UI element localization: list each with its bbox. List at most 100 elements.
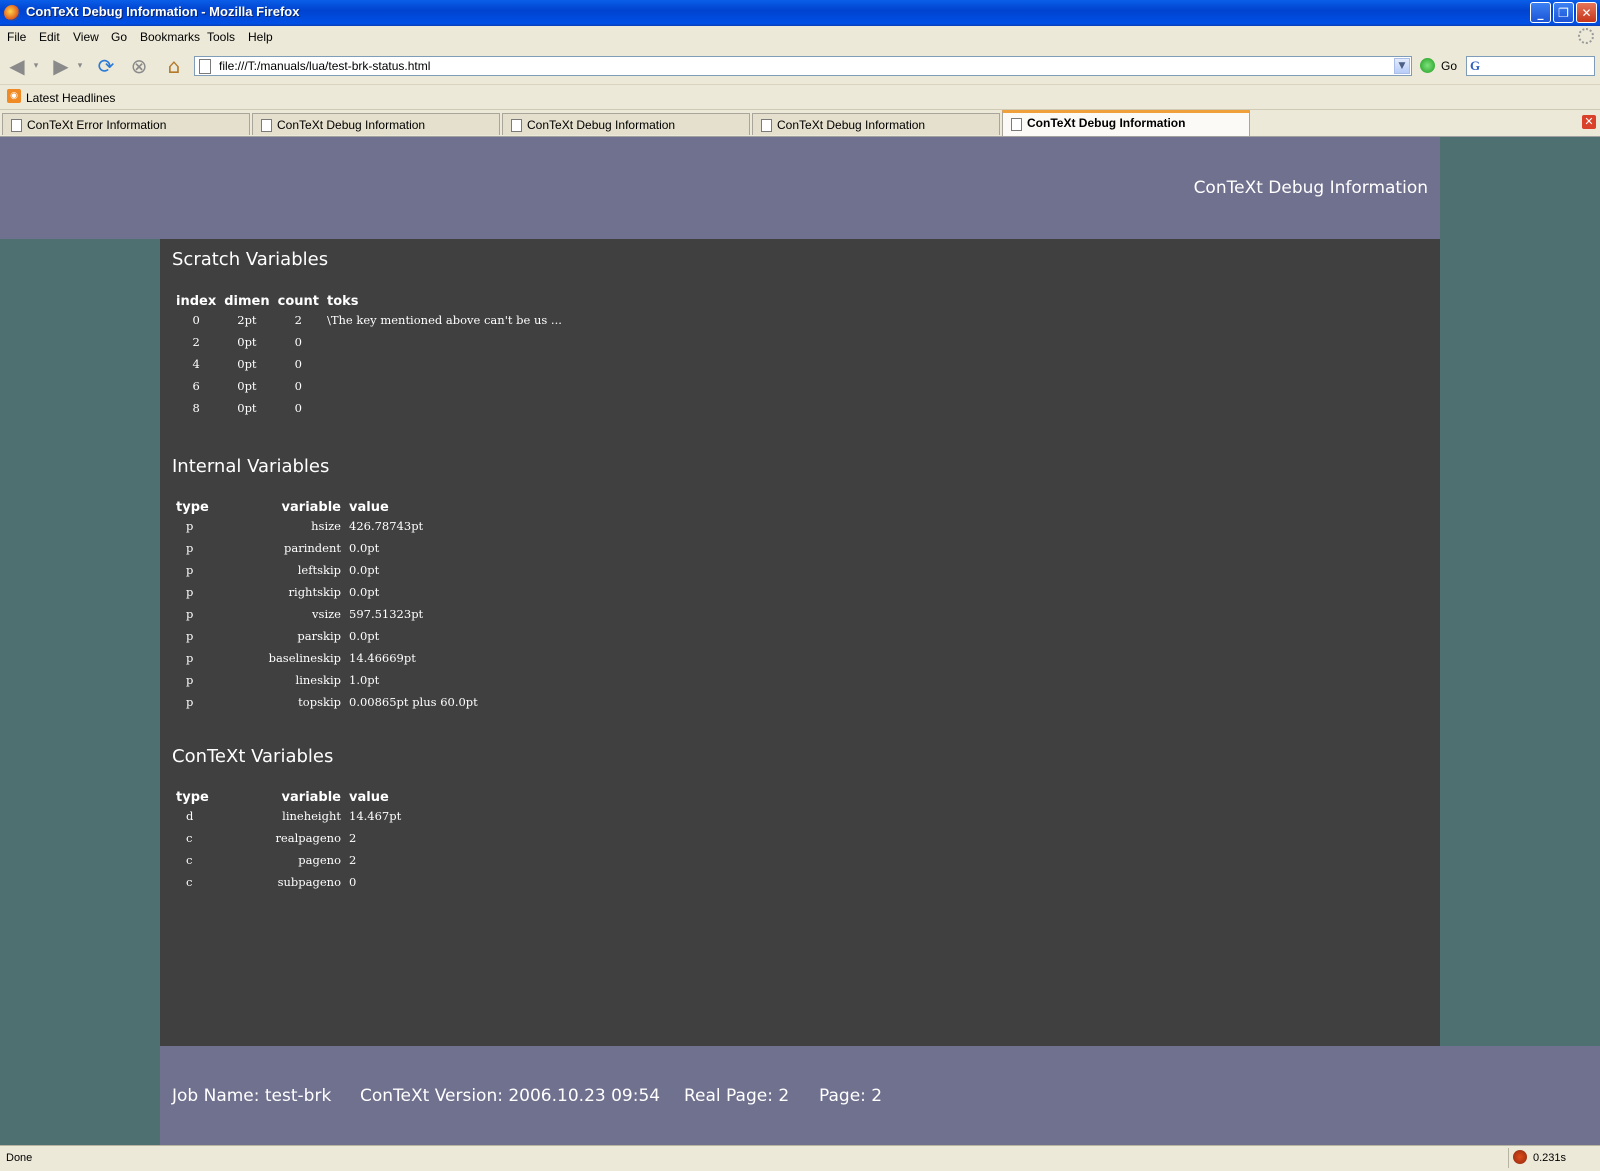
table-header-row: index dimen count toks [172, 285, 566, 309]
column-header: value [349, 790, 389, 805]
forward-history-dropdown-icon[interactable]: ▾ [74, 54, 86, 78]
cell-type: p [186, 651, 194, 665]
table-row: 8 0pt 0 [172, 397, 566, 419]
tab-label: ConTeXt Debug Information [527, 118, 676, 132]
restore-button[interactable]: ❐ [1553, 2, 1574, 23]
cell-variable: leftskip [297, 563, 341, 577]
minimize-button[interactable]: _ [1530, 2, 1551, 23]
back-history-dropdown-icon[interactable]: ▾ [30, 54, 42, 78]
cell-type: d [186, 809, 194, 823]
tab-2[interactable]: ConTeXt Debug Information [252, 113, 500, 135]
footer-version: ConTeXt Version: 2006.10.23 09:54 [360, 1086, 661, 1106]
tab-3[interactable]: ConTeXt Debug Information [502, 113, 750, 135]
table-row: p hsize 426.78743pt [172, 515, 482, 537]
back-arrow-icon[interactable]: ◀ [5, 54, 29, 78]
footer-real-page: Real Page: 2 [684, 1086, 790, 1106]
cell-variable: pageno [298, 853, 341, 867]
cell-index: 6 [192, 379, 200, 393]
reload-icon[interactable]: ⟳ [94, 54, 118, 78]
cell-toks [323, 331, 566, 353]
table-row: p parskip 0.0pt [172, 625, 482, 647]
menu-edit[interactable]: Edit [39, 30, 60, 44]
url-text[interactable]: file:///T:/manuals/lua/test-brk-status.h… [219, 59, 430, 73]
tab-label: ConTeXt Debug Information [777, 118, 926, 132]
table-row: 2 0pt 0 [172, 331, 566, 353]
cell-value: 1.0pt [349, 673, 380, 687]
menu-tools[interactable]: Tools [207, 30, 235, 44]
table-header-row: type variable value [172, 491, 482, 515]
column-header: value [349, 500, 389, 515]
cell-count: 0 [294, 357, 302, 371]
menu-help[interactable]: Help [248, 30, 273, 44]
table-row: p parindent 0.0pt [172, 537, 482, 559]
column-header: variable [281, 790, 341, 805]
menu-view[interactable]: View [73, 30, 99, 44]
google-search-engine-icon[interactable]: G [1470, 58, 1480, 74]
cell-type: p [186, 563, 194, 577]
rss-feed-icon: ◉ [7, 89, 21, 103]
table-row: c realpageno 2 [172, 827, 405, 849]
url-dropdown-icon[interactable]: ▼ [1394, 58, 1410, 74]
cell-index: 4 [192, 357, 200, 371]
cell-index: 2 [192, 335, 200, 349]
column-header: type [176, 500, 209, 515]
close-tab-icon[interactable]: ✕ [1582, 115, 1596, 129]
table-row: 4 0pt 0 [172, 353, 566, 375]
table-row: p rightskip 0.0pt [172, 581, 482, 603]
window-titlebar[interactable]: ConTeXt Debug Information - Mozilla Fire… [0, 0, 1600, 26]
cell-variable: baselineskip [268, 651, 341, 665]
firebug-icon[interactable] [1513, 1150, 1527, 1164]
cell-variable: lineheight [282, 809, 341, 823]
go-arrow-icon[interactable] [1420, 58, 1435, 73]
search-box[interactable]: G [1466, 56, 1595, 76]
table-row: 0 2pt 2 \The key mentioned above can't be u… [172, 309, 566, 331]
cell-type: p [186, 673, 194, 687]
tab-4[interactable]: ConTeXt Debug Information [752, 113, 1000, 135]
status-bar: Done 0.231s [0, 1145, 1600, 1171]
cell-value: 0.00865pt plus 60.0pt [349, 695, 478, 709]
cell-variable: parskip [297, 629, 341, 643]
status-text: Done [6, 1152, 33, 1164]
cell-value: 0.0pt [349, 541, 380, 555]
tab-bar: ConTeXt Error Information ConTeXt Debug … [0, 110, 1600, 137]
cell-value: 2 [349, 831, 357, 845]
cell-toks [323, 353, 566, 375]
footer-job-name: Job Name: test-brk [172, 1086, 332, 1106]
bookmark-latest-headlines[interactable]: Latest Headlines [26, 91, 115, 105]
table-row: p vsize 597.51323pt [172, 603, 482, 625]
close-window-button[interactable]: ✕ [1576, 2, 1597, 23]
main-panel: Scratch Variables index dimen count toks… [160, 239, 1440, 1046]
bookmarks-toolbar: ◉ Latest Headlines [0, 85, 1600, 110]
status-separator [1508, 1148, 1509, 1168]
table-header-row: type variable value [172, 781, 405, 805]
column-header: variable [281, 500, 341, 515]
cell-variable: vsize [312, 607, 341, 621]
table-row: d lineheight 14.467pt [172, 805, 405, 827]
menu-bookmarks[interactable]: Bookmarks [140, 30, 200, 44]
home-icon[interactable]: ⌂ [162, 54, 186, 78]
forward-arrow-icon[interactable]: ▶ [49, 54, 73, 78]
internal-heading: Internal Variables [172, 456, 330, 477]
column-header: dimen [224, 294, 270, 309]
tab-1[interactable]: ConTeXt Error Information [2, 113, 250, 135]
tab-page-icon [511, 119, 522, 132]
tab-5-active[interactable]: ConTeXt Debug Information [1002, 110, 1250, 136]
menu-file[interactable]: File [7, 30, 26, 44]
cell-count: 0 [294, 335, 302, 349]
cell-type: p [186, 607, 194, 621]
cell-type: c [186, 831, 193, 845]
go-button-label[interactable]: Go [1441, 59, 1457, 73]
cell-variable: realpageno [275, 831, 341, 845]
cell-dimen: 0pt [237, 335, 257, 349]
cell-variable: parindent [284, 541, 341, 555]
url-bar[interactable]: file:///T:/manuals/lua/test-brk-status.h… [194, 56, 1412, 76]
context-table: type variable value d lineheight 14.467pt … [172, 781, 405, 893]
cell-type: c [186, 853, 193, 867]
cell-dimen: 0pt [237, 357, 257, 371]
cell-value: 0.0pt [349, 563, 380, 577]
stop-icon[interactable]: ⊗ [127, 54, 151, 78]
table-row: p baselineskip 14.46669pt [172, 647, 482, 669]
internal-table: type variable value p hsize 426.78743pt pp… [172, 491, 482, 713]
tab-page-icon [761, 119, 772, 132]
menu-go[interactable]: Go [111, 30, 127, 44]
